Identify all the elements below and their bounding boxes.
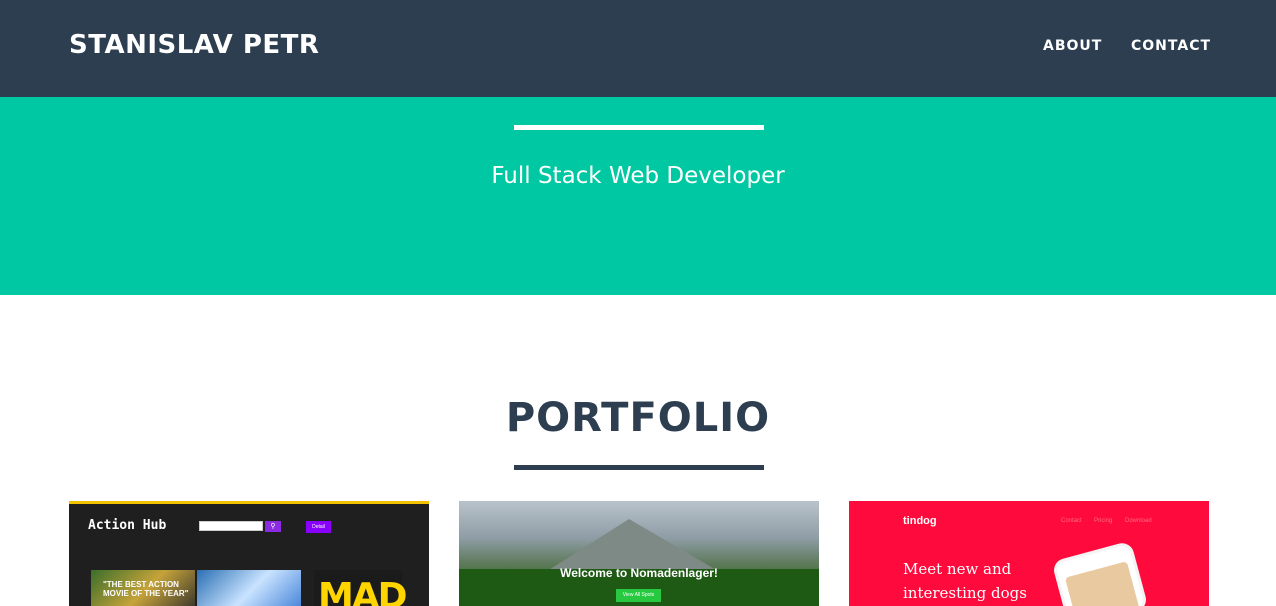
action-hub-title: Action Hub (88, 518, 167, 533)
search-icon: ⚲ (265, 521, 281, 532)
portfolio-card-action-hub[interactable]: Action Hub ⚲ Detail "THE BEST ACTION MOV… (69, 501, 429, 606)
hero-section: Full Stack Web Developer (0, 97, 1276, 295)
tindog-logo: tindog (903, 515, 937, 527)
nomadenlager-headline: Welcome to Nomadenlager! (560, 566, 718, 580)
hero-subtitle: Full Stack Web Developer (491, 163, 785, 189)
portfolio-card-nomadenlager[interactable]: Welcome to Nomadenlager! View All Spots (459, 501, 819, 606)
tindog-nav-item: Download (1125, 518, 1152, 524)
portfolio-card-tindog[interactable]: tindog Contact Pricing Download Meet new… (849, 501, 1209, 606)
movie-poster: MAD (314, 570, 408, 606)
movie-poster: "THE BEST ACTION MOVIE OF THE YEAR" (91, 570, 195, 606)
nav-contact-link[interactable]: CONTACT (1131, 38, 1211, 54)
tindog-nav-item: Contact (1061, 518, 1082, 524)
hero-divider (514, 125, 764, 130)
view-all-spots-button: View All Spots (616, 589, 661, 602)
phone-image (1051, 540, 1149, 606)
tindog-nav-item: Pricing (1094, 518, 1113, 524)
action-hub-search-input (199, 521, 263, 531)
portfolio-title: PORTFOLIO (505, 395, 771, 441)
tindog-heading-line: interesting dogs (903, 584, 1027, 602)
tindog-heading-line: Meet new and (903, 560, 1012, 578)
brand-title[interactable]: STANISLAV PETR (69, 30, 319, 60)
phone-screen (1064, 561, 1142, 606)
navbar: STANISLAV PETR ABOUT CONTACT (0, 0, 1276, 97)
poster-title: MAD (318, 576, 408, 606)
nav-about-link[interactable]: ABOUT (1043, 38, 1102, 54)
portfolio-divider (514, 465, 764, 470)
movie-poster (197, 570, 301, 606)
action-hub-detail-button: Detail (306, 521, 331, 533)
poster-text: "THE BEST ACTION MOVIE OF THE YEAR" (103, 580, 189, 598)
tindog-heading: Meet new and interesting dogs (903, 557, 1027, 605)
